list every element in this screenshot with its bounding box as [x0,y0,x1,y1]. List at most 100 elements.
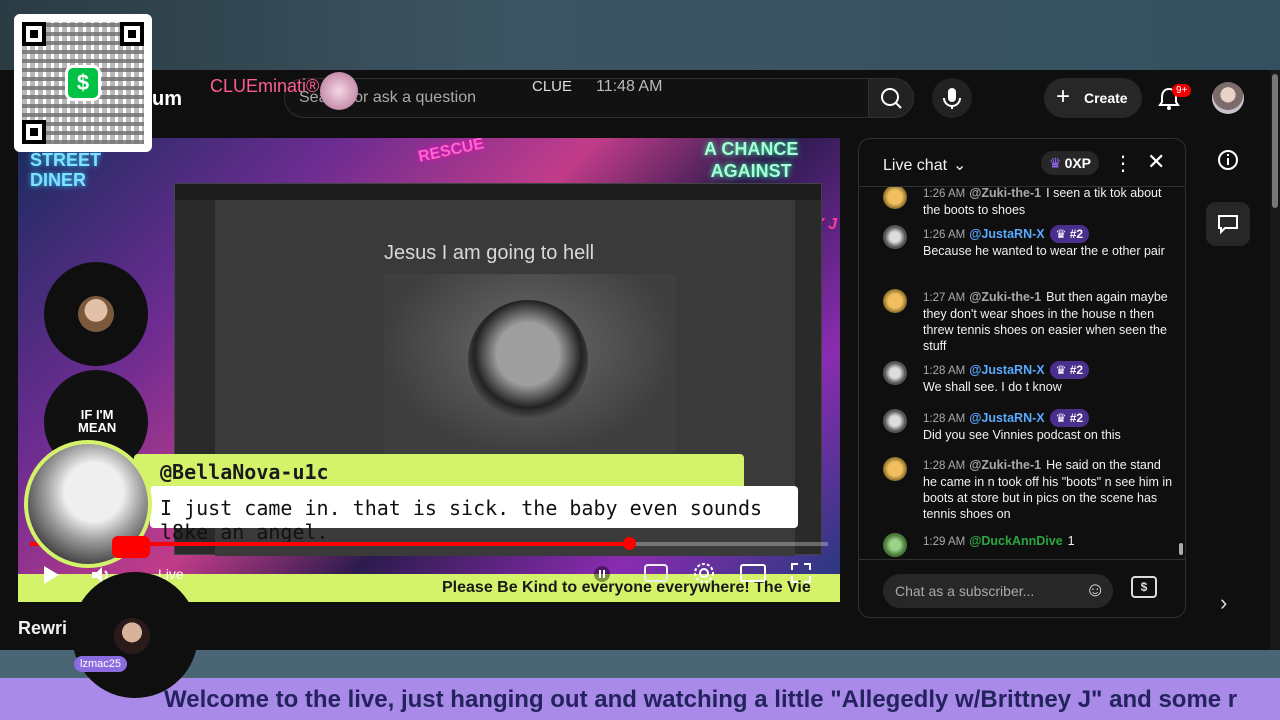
chat-message-body: 1:28 AM @JustaRN-X ♛ #2 Did you see Vinnies… [923,409,1173,443]
message-user[interactable]: @DuckAnnDive [969,534,1062,548]
message-time: 1:27 AM [923,292,966,304]
inner-message-text: Jesus I am going to hell [384,242,595,264]
settings-gear-icon[interactable] [692,561,716,585]
message-time: 1:28 AM [923,460,966,472]
info-button[interactable] [1206,138,1250,182]
message-time: 1:26 AM [923,188,966,200]
pause-icon[interactable] [594,566,610,582]
rank-value: #2 [1069,411,1084,425]
search-button[interactable] [868,78,914,118]
progress-scrubber[interactable] [622,537,636,550]
emoji-icon[interactable]: ☺ [1085,579,1105,602]
logo-text[interactable]: um [152,88,182,111]
crown-icon: ♛ [1049,155,1062,171]
info-icon [1218,150,1238,170]
chat-message-body: 1:28 AM @JustaRN-X ♛ #2 We shall see. I do … [923,361,1173,395]
message-text: Because he wanted to wear the e other pa… [923,244,1165,258]
user-avatar [883,533,907,557]
message-user[interactable]: @Zuki-the-1 [969,290,1041,304]
more-options-icon[interactable]: ⋮ [1113,151,1133,176]
super-chat-icon[interactable]: $ [1131,576,1157,598]
xp-badge[interactable]: ♛ 0XP [1041,151,1100,175]
chat-bubble-icon [1218,215,1238,235]
inner-message-user: CLUEminati® [210,76,320,96]
microphone-icon [943,88,961,109]
guest-avatar-1 [44,262,148,366]
chat-message-body: 1:29 AM @DuckAnnDive 1 [923,533,1173,550]
photo-subject [468,300,588,420]
chat-scrollbar[interactable] [1179,195,1183,555]
chat-message-body: 1:28 AM @Zuki-the-1 He said on the stand h… [923,457,1173,522]
account-avatar[interactable] [1212,82,1244,114]
search-box[interactable] [284,78,870,118]
chat-message-body: 1:27 AM @Zuki-the-1 But then again maybe t… [923,289,1173,354]
cashapp-qr-code: $ [14,14,152,152]
live-chat-panel: Live chat ♛0XP ⋮ ✕ 1:26 AM@Zuki-the-1I s… [858,138,1186,618]
chat-messages[interactable]: 1:26 AM @Zuki-the-1 I seen a tik tok about… [859,187,1185,559]
neon-sign-chance: A CHANCE AGAINST [704,139,799,181]
message-time: 1:29 AM [923,536,966,548]
create-button[interactable]: + Create [1044,78,1142,118]
message-user[interactable]: @JustaRN-X [969,227,1044,241]
inner-message-avatar [320,72,358,110]
rank-badge: ♛ #2 [1049,361,1090,379]
rank-badge: ♛ #2 [1049,225,1090,243]
guest-face [78,296,114,332]
page-scrollbar[interactable] [1270,70,1280,650]
chat-header: Live chat ♛0XP ⋮ ✕ [859,139,1185,187]
message-time: 1:28 AM [923,365,966,377]
chat-input[interactable] [883,574,1113,608]
highlight-message: I just came in. that is sick. the baby e… [160,496,763,544]
user-avatar [883,361,907,385]
notifications-badge: 9+ [1172,84,1192,97]
message-user[interactable]: @JustaRN-X [969,363,1044,377]
user-avatar [883,225,907,249]
bottom-banner: Welcome to the live, just hanging out an… [0,678,1280,720]
chat-message-body: 1:26 AM @Zuki-the-1 I seen a tik tok about… [923,187,1173,218]
user-avatar [883,409,907,433]
create-label: Create [1084,90,1128,106]
search-input[interactable] [299,79,859,117]
message-time: 1:26 AM [923,229,966,241]
user-avatar [883,457,907,481]
inner-message-tag: CLUE [532,78,573,95]
user-avatar [883,289,907,313]
guest-face [114,618,150,654]
cashapp-logo-icon: $ [65,65,101,101]
message-user[interactable]: @JustaRN-X [969,411,1044,425]
neon-sign-diner: STREET DINER [30,150,102,190]
chevron-right-icon[interactable]: › [1220,590,1227,616]
banner-text: Welcome to the live, just hanging out an… [164,686,1238,713]
inner-message-time: 11:48 AM [596,78,663,95]
page-scroll-thumb[interactable] [1272,74,1278,208]
message-text: 1 [1067,534,1075,548]
voice-search-button[interactable] [932,78,972,118]
message-text: Did you see Vinnies podcast on this [923,428,1121,442]
video-title[interactable]: Rewri [18,618,67,639]
message-user[interactable]: @Zuki-the-1 [969,458,1041,472]
plus-icon: + [1056,83,1071,110]
shared-screen-toolbar [175,184,821,200]
message-text: We shall see. I do t know [923,380,1062,394]
rank-badge: ♛ #2 [1049,409,1090,427]
user-avatar [883,187,907,209]
theater-mode-icon[interactable] [740,563,766,583]
qr-finder [120,22,144,46]
guest-label: lzmac25 [74,656,127,672]
guest-avatar-lzmac [72,572,198,698]
xp-value: 0XP [1064,155,1092,171]
captions-icon[interactable] [644,563,668,583]
close-chat-icon[interactable]: ✕ [1147,149,1165,175]
highlight-message-box: I just came in. that is sick. the baby e… [150,486,798,544]
message-user[interactable]: @Zuki-the-1 [969,187,1041,200]
chat-footer: ☺ $ [859,559,1185,617]
rank-value: #2 [1069,363,1084,377]
guest-avatar-2-text: IF I'M MEAN [78,407,117,435]
fullscreen-icon[interactable] [790,562,812,584]
chat-mode-dropdown[interactable]: Live chat [883,155,966,175]
qr-finder [22,120,46,144]
message-time: 1:28 AM [923,413,966,425]
rank-value: #2 [1069,227,1084,241]
play-icon[interactable] [40,564,62,586]
chat-toggle-button[interactable] [1206,202,1250,246]
